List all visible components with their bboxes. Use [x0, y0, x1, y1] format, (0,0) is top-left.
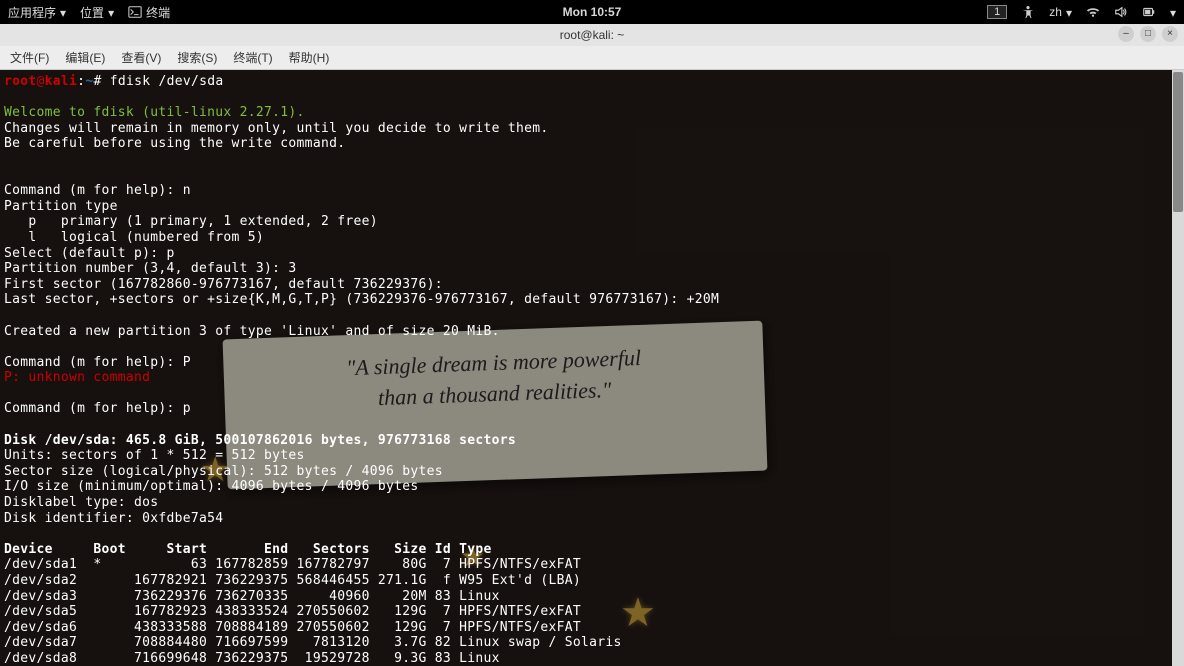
minimize-button[interactable]: –	[1118, 26, 1134, 42]
window-title: root@kali: ~	[560, 28, 625, 42]
menu-file[interactable]: 文件(F)	[4, 47, 55, 68]
partition-row: /dev/sda5 167782923 438333524 270550602 …	[4, 604, 581, 619]
partition-row: /dev/sda2 167782921 736229375 568446455 …	[4, 573, 581, 588]
output-line: p primary (1 primary, 1 extended, 2 free…	[4, 214, 378, 229]
output-line: First sector (167782860-976773167, defau…	[4, 277, 443, 292]
partition-row: /dev/sda1 * 63 167782859 167782797 80G 7…	[4, 557, 581, 572]
prompt-at: @	[37, 74, 45, 89]
accessibility-icon[interactable]	[1021, 5, 1035, 19]
window-titlebar: root@kali: ~ – □ ×	[0, 24, 1184, 46]
output-line: l logical (numbered from 5)	[4, 230, 264, 245]
workspace-indicator[interactable]: 1	[987, 5, 1007, 19]
output-line: Select (default p): p	[4, 246, 175, 261]
top-panel: 应用程序▾ 位置▾ 终端 Mon 10:57 1 zh▾ ▾	[0, 0, 1184, 24]
output-line: Changes will remain in memory only, unti…	[4, 121, 549, 136]
menu-edit[interactable]: 编辑(E)	[59, 47, 111, 68]
volume-icon[interactable]	[1114, 5, 1128, 19]
terminal-output[interactable]: root@kali:~# fdisk /dev/sda Welcome to f…	[0, 70, 1172, 666]
scrollbar-thumb[interactable]	[1173, 72, 1183, 212]
close-button[interactable]: ×	[1162, 26, 1178, 42]
output-line: Partition number (3,4, default 3): 3	[4, 261, 297, 276]
output-line: I/O size (minimum/optimal): 4096 bytes /…	[4, 479, 418, 494]
fdisk-welcome: Welcome to fdisk (util-linux 2.27.1).	[4, 105, 305, 120]
menu-view[interactable]: 查看(V)	[115, 47, 167, 68]
menu-terminal[interactable]: 终端(T)	[227, 47, 278, 68]
prompt-host: kali	[45, 74, 78, 89]
partition-row: /dev/sda7 708884480 716697599 7813120 3.…	[4, 635, 622, 650]
menu-help[interactable]: 帮助(H)	[283, 47, 336, 68]
prompt-user: root	[4, 74, 37, 89]
menu-search[interactable]: 搜索(S)	[171, 47, 223, 68]
prompt-hash: #	[93, 74, 109, 89]
network-icon[interactable]	[1086, 5, 1100, 19]
partition-row: /dev/sda8 716699648 736229375 19529728 9…	[4, 651, 500, 666]
output-line: Command (m for help): n	[4, 183, 191, 198]
output-line: Last sector, +sectors or +size{K,M,G,T,P…	[4, 292, 719, 307]
output-line: Disklabel type: dos	[4, 495, 158, 510]
menu-bar: 文件(F) 编辑(E) 查看(V) 搜索(S) 终端(T) 帮助(H)	[0, 46, 1184, 70]
output-line: Command (m for help): p	[4, 401, 191, 416]
partition-row: /dev/sda6 438333588 708884189 270550602 …	[4, 620, 581, 635]
disk-header: Disk /dev/sda: 465.8 GiB, 500107862016 b…	[4, 433, 516, 448]
error-line: P: unknown command	[4, 370, 150, 385]
maximize-button[interactable]: □	[1140, 26, 1156, 42]
terminal-icon	[128, 5, 142, 19]
system-menu-arrow[interactable]: ▾	[1170, 6, 1176, 20]
output-line: Command (m for help): P	[4, 355, 191, 370]
partition-table-header: Device Boot Start End Sectors Size Id Ty…	[4, 542, 492, 557]
output-line: Be careful before using the write comman…	[4, 136, 345, 151]
output-line: Created a new partition 3 of type 'Linux…	[4, 324, 500, 339]
terminal-launcher[interactable]: 终端	[128, 4, 170, 21]
language-indicator[interactable]: zh▾	[1049, 5, 1072, 19]
output-line: Units: sectors of 1 * 512 = 512 bytes	[4, 448, 305, 463]
partition-row: /dev/sda3 736229376 736270335 40960 20M …	[4, 589, 500, 604]
command-text: fdisk /dev/sda	[110, 74, 224, 89]
output-line: Sector size (logical/physical): 512 byte…	[4, 464, 443, 479]
battery-icon[interactable]	[1142, 5, 1156, 19]
applications-menu[interactable]: 应用程序▾	[8, 4, 66, 21]
scrollbar-track[interactable]	[1172, 70, 1184, 666]
places-menu[interactable]: 位置▾	[80, 4, 114, 21]
output-line: Disk identifier: 0xfdbe7a54	[4, 511, 223, 526]
output-line: Partition type	[4, 199, 118, 214]
terminal-area[interactable]: ★ ★ ★ ★ "A single dream is more powerful…	[0, 70, 1184, 666]
clock[interactable]: Mon 10:57	[563, 5, 622, 19]
